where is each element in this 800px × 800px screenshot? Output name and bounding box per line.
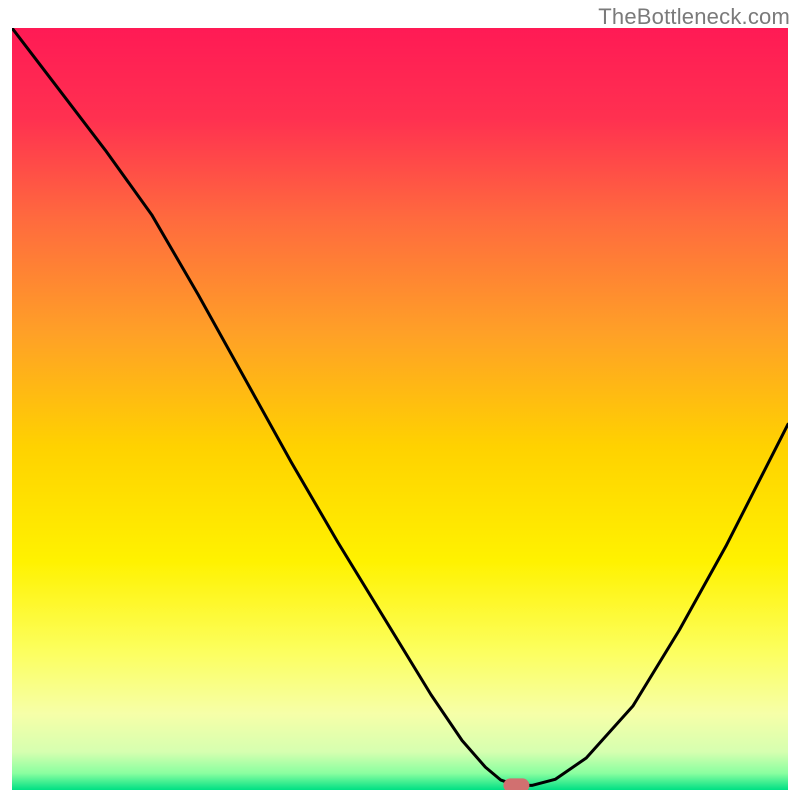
watermark-text: TheBottleneck.com bbox=[598, 4, 790, 30]
heatmap-background bbox=[12, 28, 788, 790]
optimum-marker bbox=[503, 778, 529, 790]
bottleneck-chart bbox=[12, 28, 788, 790]
